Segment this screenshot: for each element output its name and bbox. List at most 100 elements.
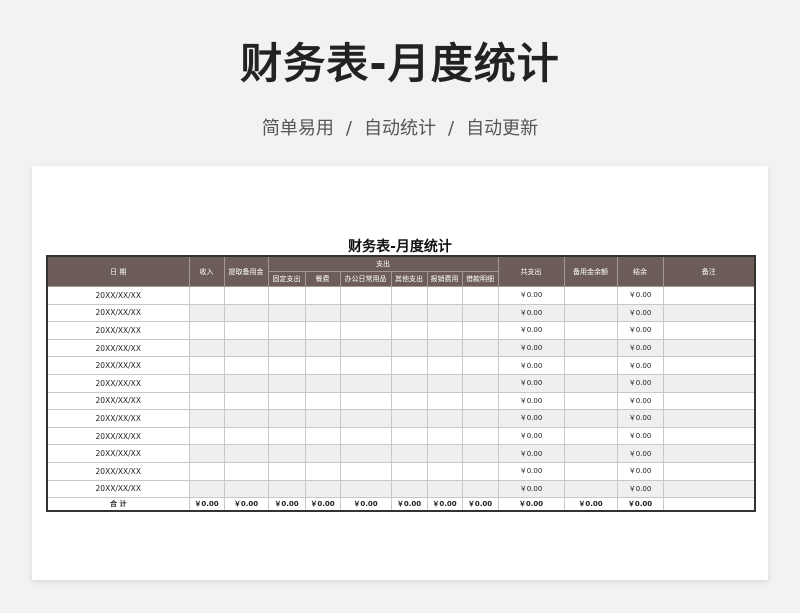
total-reimburse: ￥0.00	[426, 497, 463, 512]
cell-total-expense: ￥0.00	[497, 321, 565, 340]
cell-reimburse	[426, 286, 463, 305]
cell-other	[390, 409, 428, 428]
cell-note	[662, 391, 756, 411]
cell-note	[662, 373, 756, 393]
cell-balance: ￥0.00	[616, 461, 664, 481]
cell-petty-withdraw	[223, 461, 269, 481]
cell-reimburse	[426, 338, 463, 358]
cell-petty-balance	[563, 444, 618, 463]
cell-income	[188, 356, 225, 375]
cell-petty-balance	[563, 479, 618, 499]
cell-note	[662, 444, 756, 463]
cell-petty-withdraw	[223, 444, 269, 463]
cell-note	[662, 461, 756, 481]
table-row: 20XX/XX/XX ￥0.00 ￥0.00	[46, 461, 756, 481]
cell-petty-withdraw	[223, 479, 269, 499]
cell-petty-withdraw	[223, 321, 269, 340]
cell-reimburse	[426, 444, 463, 463]
cell-income	[188, 303, 225, 323]
cell-total-expense: ￥0.00	[497, 409, 565, 428]
cell-petty-balance	[563, 338, 618, 358]
cell-office	[339, 444, 392, 463]
cell-note	[662, 303, 756, 323]
cell-fixed	[267, 391, 306, 411]
cell-loan	[461, 321, 499, 340]
cell-fixed	[267, 321, 306, 340]
cell-meal	[304, 461, 341, 481]
cell-fixed	[267, 303, 306, 323]
subtitle-item: 简单易用	[261, 118, 334, 139]
cell-office	[339, 373, 392, 393]
cell-meal	[304, 373, 341, 393]
cell-total-expense: ￥0.00	[497, 444, 565, 463]
cell-date: 20XX/XX/XX	[46, 391, 190, 411]
cell-loan	[461, 373, 499, 393]
cell-office	[339, 479, 392, 499]
cell-other	[390, 356, 428, 375]
table-row: 20XX/XX/XX ￥0.00 ￥0.00	[46, 444, 756, 463]
cell-office	[339, 356, 392, 375]
total-loan: ￥0.00	[461, 497, 499, 512]
cell-balance: ￥0.00	[616, 286, 664, 305]
cell-office	[339, 303, 392, 323]
cell-balance: ￥0.00	[616, 356, 664, 375]
cell-petty-balance	[563, 303, 618, 323]
header-note: 备注	[662, 255, 756, 287]
cell-loan	[461, 444, 499, 463]
cell-total-expense: ￥0.00	[497, 373, 565, 393]
cell-meal	[304, 391, 341, 411]
cell-date: 20XX/XX/XX	[46, 409, 190, 428]
cell-note	[662, 426, 756, 446]
cell-fixed	[267, 338, 306, 358]
header-fixed: 固定支出	[267, 271, 306, 287]
cell-petty-balance	[563, 409, 618, 428]
cell-loan	[461, 338, 499, 358]
cell-income	[188, 373, 225, 393]
cell-other	[390, 303, 428, 323]
cell-other	[390, 426, 428, 446]
cell-income	[188, 321, 225, 340]
cell-reimburse	[426, 321, 463, 340]
header-reimburse: 报销费用	[426, 271, 463, 287]
cell-note	[662, 338, 756, 358]
cell-petty-balance	[563, 391, 618, 411]
cell-fixed	[267, 461, 306, 481]
cell-date: 20XX/XX/XX	[46, 426, 190, 446]
cell-note	[662, 321, 756, 340]
cell-note	[662, 479, 756, 499]
cell-total-expense: ￥0.00	[497, 479, 565, 499]
cell-balance: ￥0.00	[616, 391, 664, 411]
cell-income	[188, 286, 225, 305]
cell-petty-withdraw	[223, 426, 269, 446]
header-balance: 结余	[616, 255, 664, 287]
table-row: 20XX/XX/XX ￥0.00 ￥0.00	[46, 338, 756, 358]
cell-reimburse	[426, 426, 463, 446]
cell-fixed	[267, 286, 306, 305]
cell-reimburse	[426, 409, 463, 428]
cell-total-expense: ￥0.00	[497, 461, 565, 481]
cell-note	[662, 409, 756, 428]
cell-other	[390, 461, 428, 481]
cell-petty-withdraw	[223, 391, 269, 411]
cell-date: 20XX/XX/XX	[46, 356, 190, 375]
cell-petty-balance	[563, 321, 618, 340]
cell-income	[188, 391, 225, 411]
cell-date: 20XX/XX/XX	[46, 338, 190, 358]
cell-reimburse	[426, 479, 463, 499]
finance-table: 日 期 收入 提取备用金 支出 共支出 备用金余额 结余 备注 固定支出 餐费 …	[46, 255, 756, 513]
cell-date: 20XX/XX/XX	[46, 321, 190, 340]
cell-income	[188, 426, 225, 446]
cell-office	[339, 461, 392, 481]
cell-reimburse	[426, 356, 463, 375]
table-row: 20XX/XX/XX ￥0.00 ￥0.00	[46, 373, 756, 393]
total-income: ￥0.00	[188, 497, 225, 512]
cell-income	[188, 479, 225, 499]
cell-meal	[304, 356, 341, 375]
cell-meal	[304, 286, 341, 305]
cell-loan	[461, 479, 499, 499]
total-other: ￥0.00	[390, 497, 428, 512]
cell-other	[390, 338, 428, 358]
cell-total-expense: ￥0.00	[497, 391, 565, 411]
header-petty-withdraw: 提取备用金	[223, 255, 269, 287]
cell-reimburse	[426, 461, 463, 481]
